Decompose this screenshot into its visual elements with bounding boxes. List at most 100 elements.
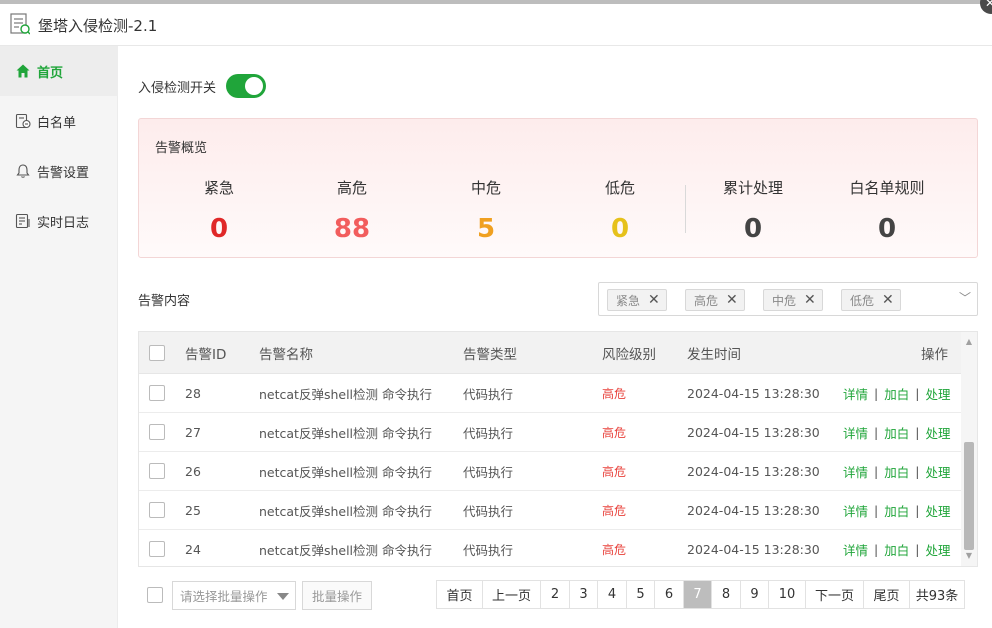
whitelist-link[interactable]: 加白: [884, 540, 909, 559]
handle-link[interactable]: 处理: [925, 384, 950, 403]
table-header: 告警ID 告警名称 告警类型 风险级别 发生时间 操作: [139, 332, 961, 374]
stat-value: 0: [610, 214, 630, 244]
scroll-up-icon[interactable]: ▲: [961, 334, 977, 350]
sidebar-item-home[interactable]: 首页: [0, 46, 118, 96]
page-number[interactable]: 8: [712, 581, 741, 608]
detail-link[interactable]: 详情: [843, 423, 868, 442]
alert-risk: 高危: [602, 503, 627, 518]
row-checkbox[interactable]: [149, 502, 165, 518]
table-scrollbar[interactable]: ▲ ▼: [961, 332, 977, 566]
remove-tag-icon[interactable]: ✕: [882, 292, 894, 308]
whitelist-link[interactable]: 加白: [884, 501, 909, 520]
detail-link[interactable]: 详情: [843, 462, 868, 481]
detail-link[interactable]: 详情: [843, 501, 868, 520]
detail-link[interactable]: 详情: [843, 384, 868, 403]
stat-value: 0: [209, 214, 229, 244]
alert-type: 代码执行: [463, 542, 514, 558]
handle-link[interactable]: 处理: [925, 423, 950, 442]
log-icon: [15, 213, 30, 229]
close-button[interactable]: ✕: [980, 0, 992, 14]
handle-link[interactable]: 处理: [925, 501, 950, 520]
stat-label: 中危: [470, 179, 501, 197]
detail-link[interactable]: 详情: [843, 540, 868, 559]
alert-risk: 高危: [602, 386, 627, 401]
whitelist-link[interactable]: 加白: [884, 462, 909, 481]
page-number-current[interactable]: 7: [684, 581, 712, 608]
row-checkbox[interactable]: [149, 463, 165, 479]
whitelist-link[interactable]: 加白: [884, 423, 909, 442]
alert-id: 24: [185, 541, 201, 557]
row-checkbox[interactable]: [149, 541, 165, 557]
batch-select-placeholder: 请选择批量操作: [180, 589, 268, 604]
remove-tag-icon[interactable]: ✕: [726, 292, 738, 308]
page-number[interactable]: 4: [598, 581, 627, 608]
stat-value: 0: [877, 214, 897, 244]
page-number[interactable]: 3: [570, 581, 598, 608]
main-content: 入侵检测开关 告警概览 紧急 0 高危 88 中危 5 低危 0 累计处理 0 …: [118, 46, 992, 628]
alert-time: 2024-04-15 13:28:30: [687, 424, 820, 440]
col-header-actions: 操作: [921, 346, 948, 363]
alert-id: 25: [185, 502, 201, 518]
separator: |: [915, 385, 920, 401]
page-number[interactable]: 9: [741, 581, 769, 608]
page-number[interactable]: 5: [627, 581, 655, 608]
filter-tag-label: 紧急: [616, 293, 641, 308]
page-number[interactable]: 2: [541, 581, 570, 608]
stat-label: 白名单规则: [849, 179, 925, 197]
detection-toggle-switch[interactable]: [226, 74, 267, 98]
page-number[interactable]: 10: [769, 581, 806, 608]
table-row: 26 netcat反弹shell检测 命令执行 代码执行 高危 2024-04-…: [139, 452, 961, 491]
scrollbar-thumb[interactable]: [964, 442, 974, 550]
batch-select-all-checkbox[interactable]: [147, 587, 163, 603]
row-checkbox[interactable]: [149, 424, 165, 440]
batch-action-button[interactable]: 批量操作: [302, 581, 372, 610]
remove-tag-icon[interactable]: ✕: [804, 292, 816, 308]
whitelist-icon: [15, 113, 31, 129]
sidebar: 首页 白名单 告警设置 实时日志: [0, 46, 118, 628]
risk-filter-select[interactable]: 紧急 ✕ 高危 ✕ 中危 ✕ 低危 ✕ ﹀: [598, 282, 978, 316]
page-number[interactable]: 6: [655, 581, 684, 608]
handle-link[interactable]: 处理: [925, 540, 950, 559]
alert-time: 2024-04-15 13:28:30: [687, 541, 820, 557]
sidebar-item-label: 告警设置: [37, 165, 90, 181]
alert-id: 26: [185, 463, 201, 479]
sidebar-item-whitelist[interactable]: 白名单: [0, 96, 118, 146]
home-icon: [16, 64, 30, 78]
alert-name: netcat反弹shell检测 命令执行: [259, 464, 432, 480]
page-next[interactable]: 下一页: [806, 581, 864, 608]
batch-action-select[interactable]: 请选择批量操作: [172, 581, 296, 610]
chevron-down-icon[interactable]: ﹀: [959, 289, 971, 306]
remove-tag-icon[interactable]: ✕: [648, 292, 660, 308]
scroll-down-icon[interactable]: ▼: [961, 548, 977, 564]
row-actions: 详情 | 加白 | 处理: [843, 491, 950, 529]
select-all-checkbox[interactable]: [149, 344, 165, 361]
filter-tag-label: 低危: [850, 293, 875, 308]
row-actions: 详情 | 加白 | 处理: [843, 374, 950, 412]
col-header-name: 告警名称: [259, 346, 313, 363]
table-row: 27 netcat反弹shell检测 命令执行 代码执行 高危 2024-04-…: [139, 413, 961, 452]
sidebar-item-alert-settings[interactable]: 告警设置: [0, 146, 118, 196]
alert-time: 2024-04-15 13:28:30: [687, 463, 820, 479]
window-title: 堡塔入侵检测-2.1: [38, 17, 158, 35]
sidebar-item-realtime-log[interactable]: 实时日志: [0, 196, 118, 246]
whitelist-link[interactable]: 加白: [884, 384, 909, 403]
table-row: 24 netcat反弹shell检测 命令执行 代码执行 高危 2024-04-…: [139, 530, 961, 566]
filter-tag-urgent: 紧急 ✕: [607, 289, 667, 311]
stat-value: 0: [743, 214, 763, 244]
col-header-type: 告警类型: [463, 346, 517, 363]
alerts-table: 告警ID 告警名称 告警类型 风险级别 发生时间 操作 28 netcat反弹s…: [138, 331, 978, 567]
page-total: 共93条: [910, 581, 964, 608]
alert-time: 2024-04-15 13:28:30: [687, 502, 820, 518]
page-last[interactable]: 尾页: [864, 581, 910, 608]
bell-icon: [16, 164, 30, 178]
sidebar-item-label: 实时日志: [37, 215, 90, 231]
sidebar-item-label: 白名单: [37, 115, 77, 131]
handle-link[interactable]: 处理: [925, 462, 950, 481]
stat-low: 低危 0: [553, 177, 687, 244]
table-row: 28 netcat反弹shell检测 命令执行 代码执行 高危 2024-04-…: [139, 374, 961, 413]
page-first[interactable]: 首页: [437, 581, 483, 608]
page-prev[interactable]: 上一页: [483, 581, 541, 608]
row-checkbox[interactable]: [149, 385, 165, 401]
table-row: 25 netcat反弹shell检测 命令执行 代码执行 高危 2024-04-…: [139, 491, 961, 530]
alert-name: netcat反弹shell检测 命令执行: [259, 386, 432, 402]
